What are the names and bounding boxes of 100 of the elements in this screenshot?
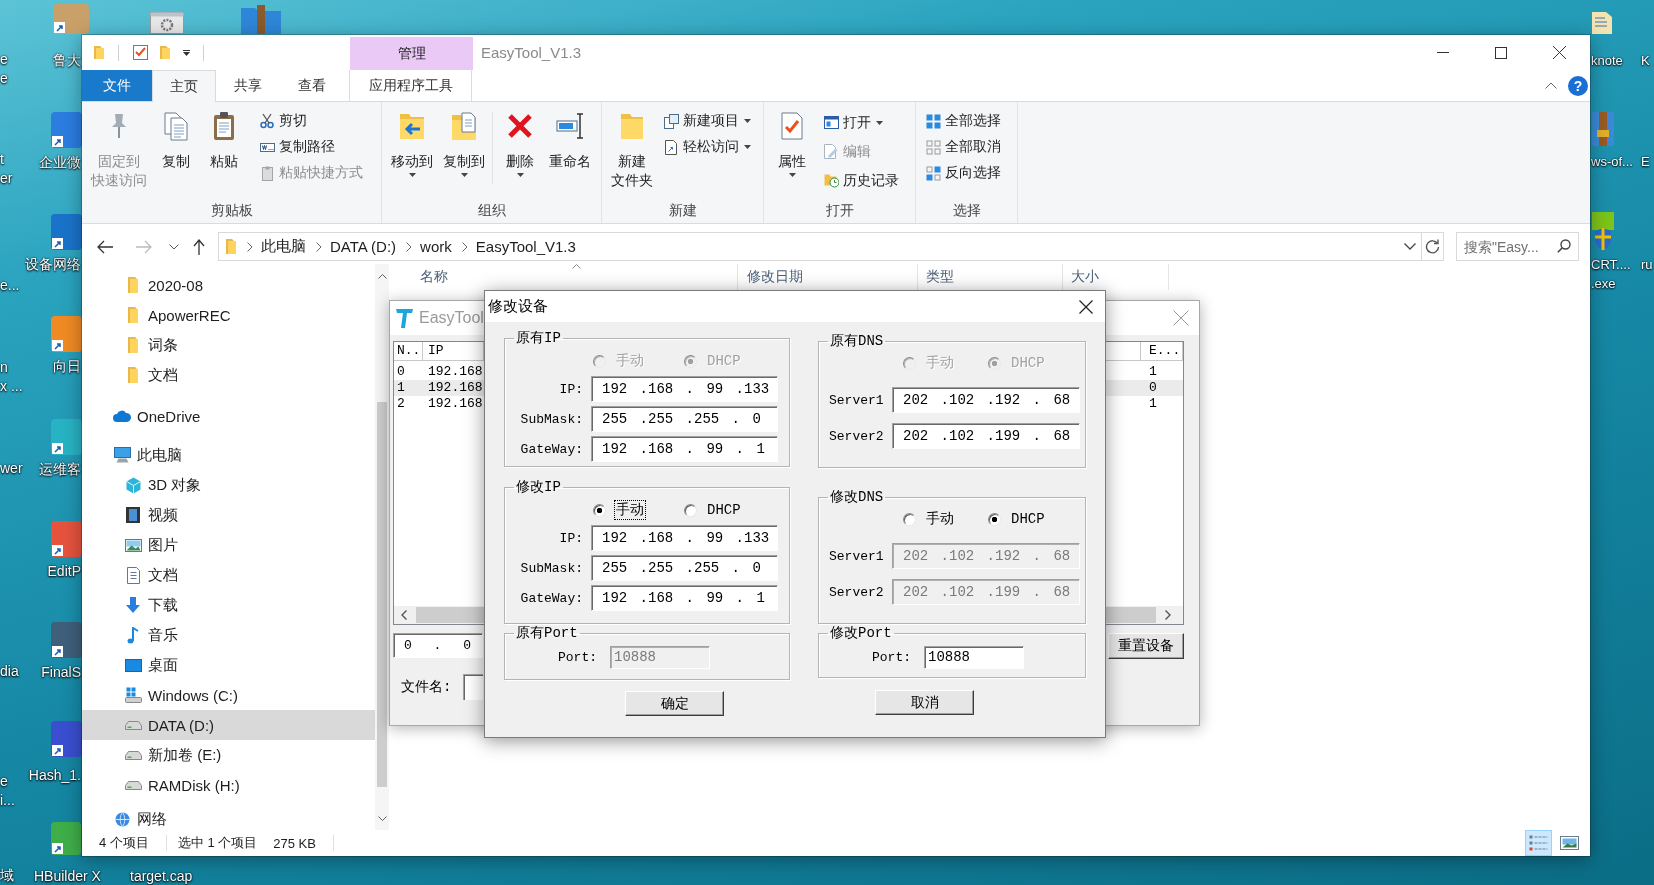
nav-item[interactable]: 桌面 <box>82 650 375 680</box>
nav-item[interactable]: 2020-08 <box>82 270 375 300</box>
ip-address-field[interactable]: 192 .168 . 99 .133 <box>591 376 778 402</box>
shortcut-icon[interactable] <box>51 721 82 757</box>
nav-item[interactable]: 网络 <box>82 809 375 829</box>
breadcrumb[interactable]: DATA (D:) <box>330 238 397 255</box>
chevron-right-icon[interactable] <box>316 241 322 252</box>
ribbon-button[interactable]: 复制路径 <box>256 134 366 160</box>
ribbon-button[interactable]: 打开 <box>820 108 902 137</box>
chevron-up-icon[interactable] <box>1545 82 1557 89</box>
nav-item[interactable]: 此电脑 <box>82 440 375 470</box>
shortcut-icon[interactable] <box>51 521 82 557</box>
gear-window-icon[interactable] <box>150 12 184 34</box>
chevron-right-icon[interactable] <box>461 241 468 252</box>
nav-item[interactable]: RAMDisk (H:) <box>82 770 375 800</box>
archive-icon[interactable] <box>1592 112 1614 146</box>
file-name-field[interactable] <box>463 674 484 700</box>
column-header[interactable]: E... <box>1141 342 1183 361</box>
shortcut-icon[interactable] <box>51 622 82 658</box>
ribbon-button[interactable]: 新建 文件夹 <box>608 102 656 190</box>
radio-button[interactable]: 手动 <box>903 509 988 529</box>
vertical-scrollbar[interactable] <box>375 264 389 830</box>
ribbon-tab[interactable]: 文件 <box>82 70 152 101</box>
close-icon[interactable] <box>1079 299 1093 314</box>
maximize-icon[interactable] <box>1495 46 1507 59</box>
back-arrow-icon[interactable] <box>97 239 113 254</box>
ribbon-tab[interactable]: 查看 <box>280 70 344 101</box>
chevron-right-icon[interactable] <box>406 241 413 252</box>
breadcrumb[interactable]: 此电脑 <box>261 237 306 256</box>
table-cell-text: 192.168 <box>427 396 484 412</box>
radio-button[interactable]: 手动 <box>593 500 684 520</box>
close-icon[interactable] <box>1553 46 1566 59</box>
nav-item[interactable]: 音乐 <box>82 620 375 650</box>
scroll-up-icon[interactable] <box>377 273 387 279</box>
search-icon[interactable] <box>1557 239 1571 253</box>
ip-address-field[interactable]: 192 .168 . 99 .133 <box>591 525 778 551</box>
shortcut-icon[interactable] <box>51 112 82 148</box>
ribbon-button[interactable]: 全部选择 <box>922 108 1004 134</box>
ribbon-button[interactable]: 重命名 <box>546 102 594 171</box>
chevron-right-icon[interactable] <box>247 241 253 252</box>
shortcut-icon[interactable] <box>51 214 82 250</box>
nav-item[interactable]: 下载 <box>82 590 375 620</box>
ribbon-button[interactable]: 历史记录 <box>820 166 902 195</box>
ribbon-button[interactable]: 属性 <box>770 102 814 177</box>
scroll-thumb[interactable] <box>377 402 387 787</box>
caret-icon[interactable] <box>183 49 190 56</box>
radio-button[interactable]: DHCP <box>988 510 1073 528</box>
archive-folder-icon[interactable] <box>241 5 281 34</box>
checklist-icon[interactable] <box>132 44 149 61</box>
breadcrumb[interactable]: EasyTool_V1.3 <box>475 238 576 255</box>
ribbon-button[interactable]: 移动到 <box>388 102 436 177</box>
refresh-button[interactable] <box>1422 232 1444 261</box>
nav-item[interactable]: 图片 <box>82 530 375 560</box>
shield-icon[interactable] <box>1592 212 1614 250</box>
ok-button[interactable]: 确定 <box>625 691 724 716</box>
nav-item[interactable]: 视频 <box>82 500 375 530</box>
port-field[interactable]: 10888 <box>924 646 1024 669</box>
scroll-right-icon[interactable] <box>1165 610 1171 620</box>
cancel-button[interactable]: 取消 <box>875 690 974 715</box>
up-arrow-icon[interactable] <box>193 238 205 255</box>
scroll-left-icon[interactable] <box>401 610 407 620</box>
ip-address-field[interactable]: 202 .102 .199 . 68 <box>892 423 1080 449</box>
nav-item[interactable]: ApowerREC <box>82 300 375 330</box>
column-header[interactable]: N.. <box>394 342 423 361</box>
ribbon-button[interactable]: 新建项目 <box>660 108 754 134</box>
nav-item[interactable]: 3D 对象 <box>82 470 375 500</box>
ip-address-field[interactable]: 255 .255 .255 . 0 <box>591 555 778 581</box>
nav-item[interactable]: 文档 <box>82 360 375 390</box>
ip-address-field[interactable]: 192 .168 . 99 . 1 <box>591 436 778 462</box>
ip-address-field[interactable]: 0 . 0 <box>393 633 483 658</box>
reset-device-button[interactable]: 重置设备 <box>1108 633 1184 659</box>
document-icon[interactable] <box>1592 12 1612 34</box>
address-bar[interactable]: 此电脑 DATA (D:) work EasyTool_V1.3 <box>218 232 1422 261</box>
ribbon-button[interactable]: 粘贴 <box>202 102 246 171</box>
nav-item[interactable]: 文档 <box>82 560 375 590</box>
scroll-down-icon[interactable] <box>377 815 387 821</box>
ribbon-button[interactable]: 复制到 <box>440 102 488 177</box>
search-field[interactable]: 搜索"Easy... <box>1456 232 1579 261</box>
nav-item[interactable]: OneDrive <box>82 401 375 431</box>
nav-item[interactable]: DATA (D:) <box>82 710 375 740</box>
ip-address-field[interactable]: 192 .168 . 99 . 1 <box>591 585 778 611</box>
radio-button[interactable]: DHCP <box>684 501 775 519</box>
ribbon-button[interactable]: 反向选择 <box>922 160 1004 186</box>
ribbon-tab[interactable]: 主页 <box>152 70 216 102</box>
ribbon-button[interactable]: 剪切 <box>256 108 366 134</box>
nav-item[interactable]: 新加卷 (E:) <box>82 740 375 770</box>
ribbon-button[interactable]: 复制 <box>154 102 198 171</box>
chevron-down-icon[interactable] <box>169 243 179 250</box>
breadcrumb[interactable]: work <box>420 238 452 255</box>
ribbon-tab[interactable]: 共享 <box>216 70 280 101</box>
help-button[interactable]: ? <box>1568 75 1588 96</box>
ribbon-button[interactable]: 轻松访问 <box>660 134 754 160</box>
chevron-down-icon[interactable] <box>1404 243 1416 250</box>
shortcut-icon[interactable] <box>51 316 82 352</box>
shortcut-icon[interactable] <box>51 419 82 455</box>
nav-item[interactable]: 词条 <box>82 330 375 360</box>
nav-item[interactable]: Windows (C:) <box>82 680 375 710</box>
ribbon-button[interactable]: 全部取消 <box>922 134 1004 160</box>
ip-address-field[interactable]: 255 .255 .255 . 0 <box>591 406 778 432</box>
ip-address-field[interactable]: 202 .102 .192 . 68 <box>892 387 1080 413</box>
